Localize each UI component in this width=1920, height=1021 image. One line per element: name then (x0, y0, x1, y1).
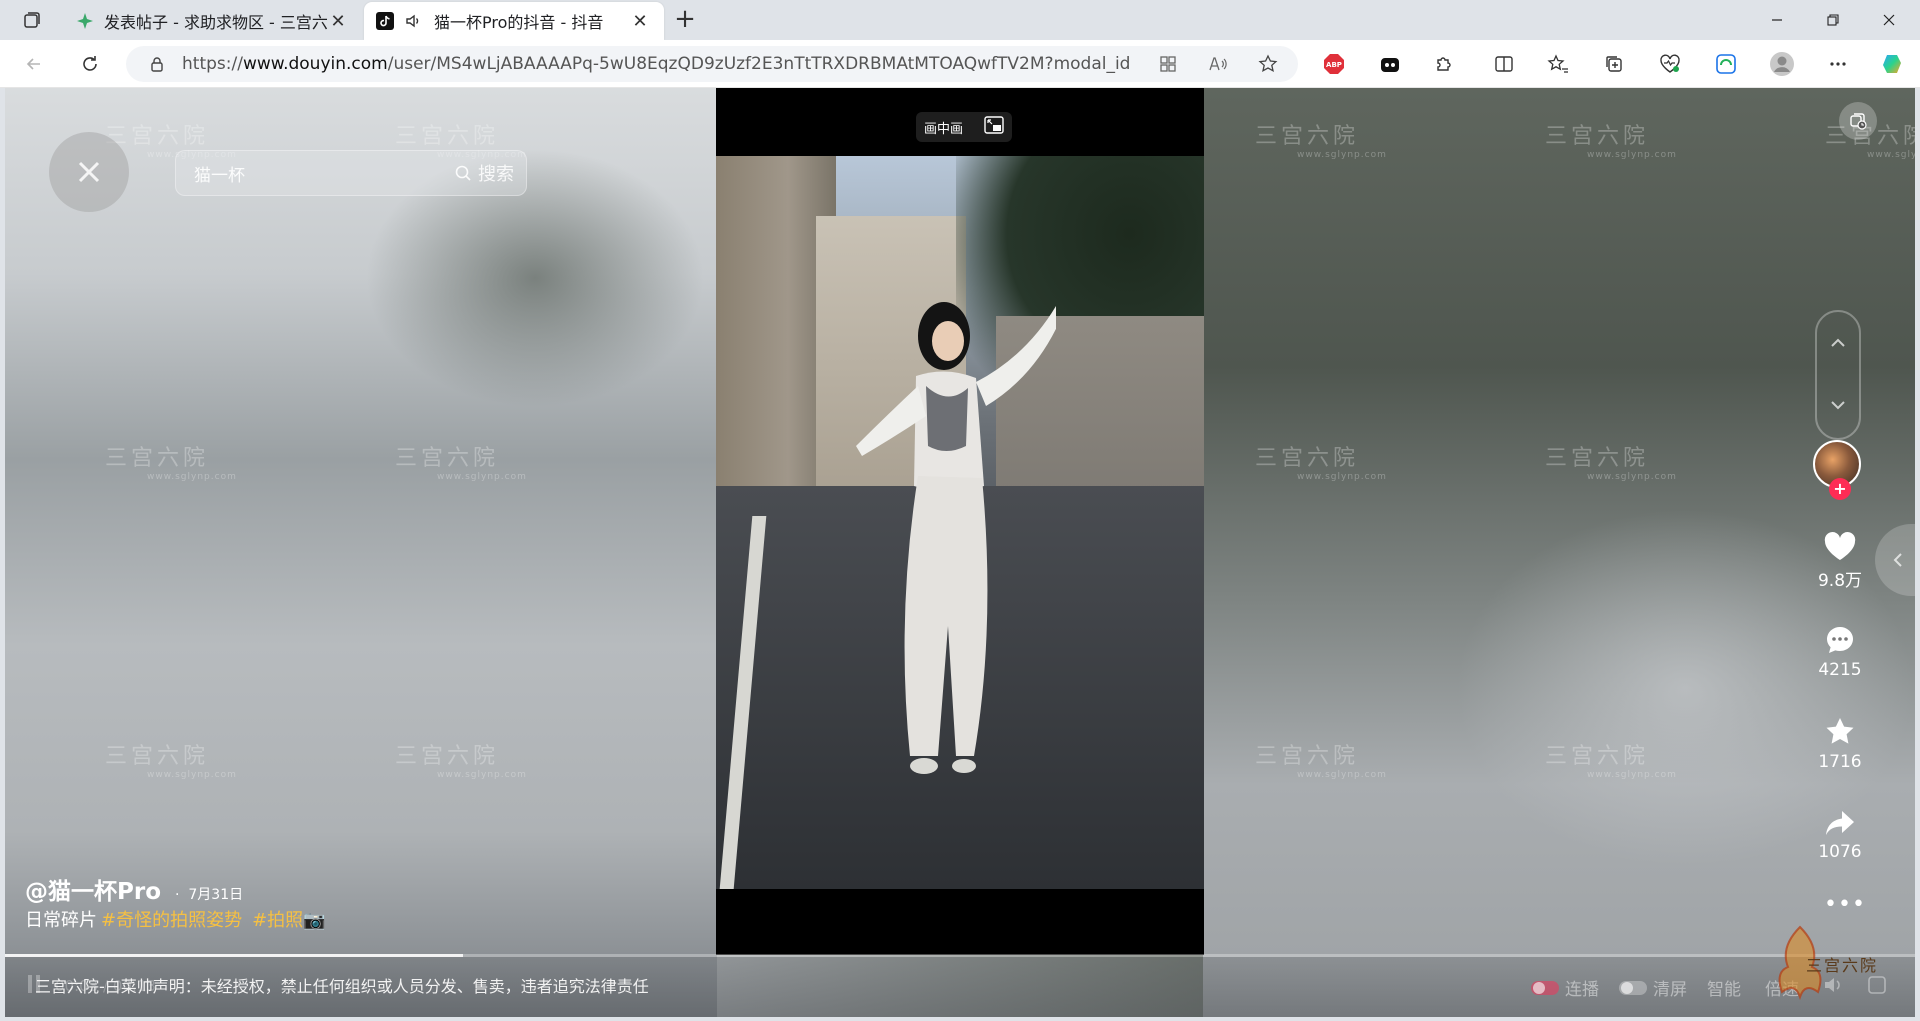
collections-icon[interactable] (1598, 48, 1630, 80)
favorite-button[interactable]: 1716 (1805, 716, 1875, 772)
svg-text:ABP: ABP (1326, 61, 1342, 69)
favorite-star-icon[interactable] (1252, 48, 1284, 80)
video-content (716, 156, 1204, 889)
post-date: · 7月31日 (175, 887, 244, 903)
description-text: 日常碎片 (25, 910, 97, 931)
search-button[interactable]: 搜索 (454, 160, 514, 186)
close-tab-icon[interactable]: ✕ (328, 11, 348, 32)
douyin-favicon-icon (376, 12, 394, 30)
forum-favicon-icon (76, 12, 94, 30)
tab-douyin[interactable]: 猫一杯Pro的抖音 - 抖音 ✕ (364, 2, 664, 40)
profile-avatar-icon[interactable] (1766, 48, 1798, 80)
watermark: 三宫六院www.sglynp.com (1545, 446, 1677, 482)
toggle-switch (1531, 980, 1559, 995)
edge-drop-icon[interactable] (1710, 48, 1742, 80)
comment-button[interactable]: 4215 (1805, 624, 1875, 680)
close-icon (78, 161, 100, 183)
lock-icon[interactable] (148, 55, 166, 73)
follow-button[interactable]: + (1829, 478, 1851, 500)
clear-screen-toggle[interactable]: 清屏 (1619, 975, 1687, 1000)
watermark: 三宫六院www.sglynp.com (1545, 744, 1677, 780)
author-info: @猫一杯Pro · 7月31日 (25, 872, 243, 906)
search-button-label: 搜索 (478, 164, 514, 185)
watermark: 三宫六院www.sglynp.com (105, 744, 237, 780)
tab-title: 猫一杯Pro的抖音 - 抖音 (434, 13, 604, 32)
video-viewer: 三宫六院 www.sglynp.com 三宫六院 www.sglynp.com 三宫… (5, 88, 1915, 1017)
watermark-logo: 三宫六院 (1770, 922, 1890, 1012)
hashtag-link[interactable]: #拍照📷 (252, 906, 326, 932)
tab-actions-icon[interactable] (18, 8, 46, 32)
url-text: https://www.douyin.com/user/MS4wLjABAAAA… (182, 54, 1132, 74)
comment-count: 4215 (1818, 660, 1862, 680)
toggle-switch (1619, 980, 1647, 995)
pip-label: 画中画 (924, 121, 964, 137)
share-button[interactable]: 1076 (1805, 808, 1875, 862)
copyright-notice: 三宫六院-白菜帅声明：未经授权，禁止任何组织或人员分发、售卖，违者追究法律责任 (35, 977, 649, 996)
watermark: 三宫六院www.sglynp.com (1255, 124, 1387, 160)
new-tab-icon[interactable]: + (670, 6, 700, 34)
autoplay-toggle[interactable]: 连播 (1531, 975, 1599, 1000)
search-icon (455, 165, 471, 181)
tab-bar: 发表帖子 - 求助求物区 - 三宫六院 ✕ 猫一杯Pro的抖音 - 抖音 ✕ + (0, 0, 1920, 40)
settings-more-icon[interactable] (1822, 48, 1854, 80)
hashtag-link[interactable]: #奇怪的拍照姿势 (101, 906, 242, 932)
back-arrow-icon[interactable] (18, 48, 50, 80)
share-arrow-icon (1826, 811, 1854, 835)
video-frame[interactable]: 画中画 (716, 88, 1204, 955)
refresh-icon[interactable] (74, 48, 106, 80)
favorites-icon[interactable] (1542, 48, 1574, 80)
player-controls: 00:03 / 00:13 三宫六院-白菜帅声明：未经授权，禁止任何组织或人员分… (5, 957, 1915, 1017)
autoplay-label: 连播 (1565, 980, 1599, 1000)
favorite-count: 1716 (1818, 752, 1862, 772)
more-options-icon[interactable]: ••• (1824, 894, 1865, 916)
read-aloud-icon[interactable] (1202, 48, 1234, 80)
search-query: 猫一杯 (194, 165, 245, 186)
star-icon (1826, 718, 1854, 744)
close-tab-icon[interactable]: ✕ (630, 11, 650, 32)
chevron-left-icon (1893, 553, 1902, 567)
minimize-icon[interactable] (1750, 0, 1804, 40)
watermark: 三宫六院www.sglynp.com (395, 446, 527, 482)
stack-clock-icon (1850, 113, 1867, 130)
close-window-icon[interactable] (1862, 0, 1916, 40)
video-switcher (1815, 310, 1861, 440)
tab-forum[interactable]: 发表帖子 - 求助求物区 - 三宫六院 ✕ (64, 2, 362, 40)
search-input[interactable]: 猫一杯 搜索 (175, 150, 527, 196)
app-available-icon[interactable] (1152, 48, 1184, 80)
tab-title: 发表帖子 - 求助求物区 - 三宫六院 (104, 13, 328, 32)
quality-label: 智能 (1707, 980, 1741, 1000)
chevron-down-icon[interactable] (1829, 396, 1847, 414)
comment-icon (1827, 627, 1853, 653)
pip-icon (984, 116, 1004, 138)
like-button[interactable]: 9.8万 (1805, 532, 1875, 591)
extensions-puzzle-icon[interactable] (1428, 48, 1460, 80)
picture-in-picture-button[interactable]: 画中画 (916, 112, 1012, 142)
watch-later-button[interactable] (1839, 102, 1877, 140)
clear-screen-label: 清屏 (1653, 980, 1687, 1000)
author-name[interactable]: @猫一杯Pro (25, 872, 161, 906)
extension-cat-icon[interactable] (1374, 48, 1406, 80)
video-description: 日常碎片 #奇怪的拍照姿势 #拍照📷 (25, 906, 326, 932)
watermark-logo-text: 三宫六院 (1806, 956, 1879, 975)
address-bar[interactable]: https://www.douyin.com/user/MS4wLjABAAAA… (126, 46, 1298, 82)
restore-icon[interactable] (1806, 0, 1860, 40)
share-count: 1076 (1818, 842, 1862, 862)
browser-essentials-icon[interactable] (1654, 48, 1686, 80)
close-viewer-button[interactable] (49, 132, 129, 212)
watermark: 三宫六院www.sglynp.com (1255, 446, 1387, 482)
quality-button[interactable]: 智能 (1707, 975, 1741, 1000)
watermark: 三宫六院www.sglynp.com (395, 744, 527, 780)
adblock-icon[interactable]: ABP (1318, 48, 1350, 80)
chevron-up-icon[interactable] (1829, 334, 1847, 352)
copilot-icon[interactable] (1878, 48, 1910, 80)
like-count: 9.8万 (1817, 571, 1863, 591)
person-figure (856, 302, 1056, 774)
split-screen-icon[interactable] (1488, 48, 1520, 80)
heart-icon (1824, 532, 1856, 560)
watermark: 三宫六院www.sglynp.com (105, 446, 237, 482)
browser-toolbar: https://www.douyin.com/user/MS4wLjABAAAA… (0, 40, 1920, 88)
watermark: 三宫六院www.sglynp.com (1255, 744, 1387, 780)
speaker-icon[interactable] (404, 12, 422, 30)
watermark: 三宫六院www.sglynp.com (1545, 124, 1677, 160)
